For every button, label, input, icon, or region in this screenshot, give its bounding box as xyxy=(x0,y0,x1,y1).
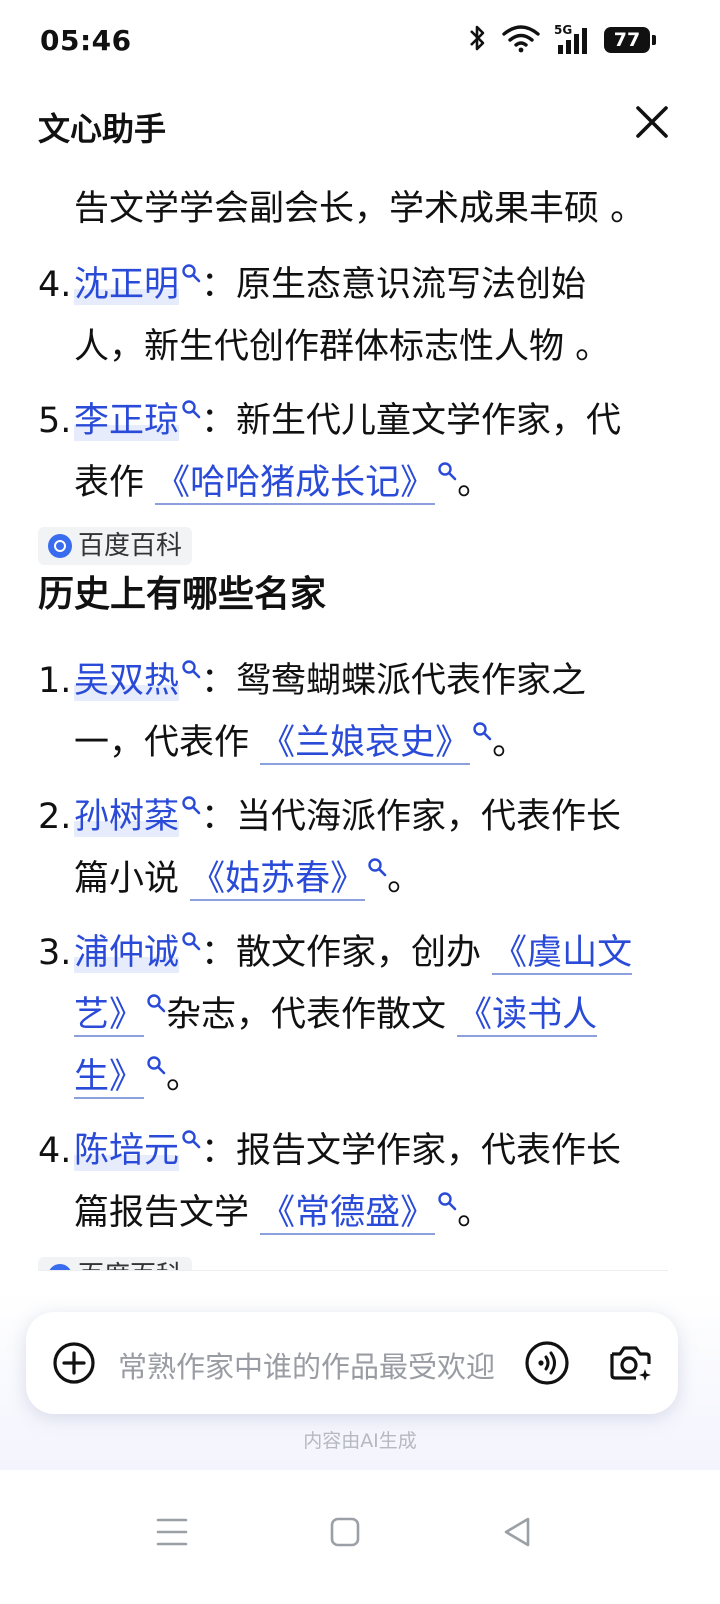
baike-icon xyxy=(48,534,72,558)
home-button[interactable] xyxy=(314,1502,374,1562)
continued-line: 告文学学会副会长，学术成果丰硕 。 xyxy=(74,189,646,229)
header-title: 文心助手 xyxy=(38,110,167,148)
source-tag-baike[interactable]: 百度百科 xyxy=(38,527,193,565)
work-link-yushanwenyi-cont[interactable]: 艺》 xyxy=(74,995,145,1037)
status-icons: 5G 77 xyxy=(468,22,656,58)
search-icon[interactable] xyxy=(181,399,201,419)
list-number: 3. xyxy=(38,933,72,973)
list-item: 5.李正琼 ：新生代儿童文学作家，代 表作 《哈哈猪成长记》。 百度百科 xyxy=(38,390,648,576)
search-icon[interactable] xyxy=(181,931,201,951)
list-item: 3.浦仲诚 ：散文作家，创办 《虞山文 艺》 杂志，代表作散文 《读书人 生》。 xyxy=(38,922,648,1108)
section-title: 历史上有哪些名家 xyxy=(38,574,327,615)
battery-level: 77 xyxy=(613,29,641,51)
work-link-gusuchun[interactable]: 《姑苏春》 xyxy=(190,859,366,901)
entity-link-sun-shufen[interactable]: 孙树棻 xyxy=(74,797,180,837)
battery-icon: 77 xyxy=(604,27,656,53)
search-icon[interactable] xyxy=(367,857,387,877)
list-number: 2. xyxy=(38,797,72,837)
menu-button[interactable] xyxy=(142,1502,202,1562)
status-time: 05:46 xyxy=(40,24,132,57)
chat-input[interactable]: 常熟作家中谁的作品最受欢迎 xyxy=(118,1344,518,1386)
work-link-yushanwenyi[interactable]: 《虞山文 xyxy=(492,933,633,975)
close-button[interactable] xyxy=(630,100,674,144)
search-icon[interactable] xyxy=(181,1129,201,1149)
list-number: 1. xyxy=(38,661,72,701)
source-tag-baike[interactable]: 百度百科 xyxy=(38,1257,193,1270)
work-link-dushurensheng[interactable]: 《读书人 xyxy=(457,995,598,1037)
back-icon xyxy=(504,1517,530,1547)
add-button[interactable] xyxy=(52,1341,96,1385)
work-link-dushurensheng-cont[interactable]: 生》 xyxy=(74,1057,145,1099)
search-icon[interactable] xyxy=(146,993,166,1013)
list-number: 4. xyxy=(38,265,72,305)
home-icon xyxy=(330,1517,360,1547)
entity-link-pu-zhongcheng[interactable]: 浦仲诚 xyxy=(74,933,180,973)
header: 文心助手 xyxy=(0,90,720,162)
chat-input-bar: 常熟作家中谁的作品最受欢迎 xyxy=(26,1312,678,1414)
entity-link-wu-shuangre[interactable]: 吴双热 xyxy=(74,661,180,701)
list-number: 5. xyxy=(38,401,72,441)
list-item: 4.沈正明 ：原生态意识流写法创始 人，新生代创作群体标志性人物 。 xyxy=(38,254,648,378)
ai-generated-notice: 内容由AI生成 xyxy=(303,1430,417,1452)
work-link-changdesheng[interactable]: 《常德盛》 xyxy=(260,1193,436,1235)
list-number: 4. xyxy=(38,1131,72,1171)
cellular-signal-icon: 5G xyxy=(554,23,590,55)
voice-icon xyxy=(525,1341,569,1385)
list-item: 2.孙树棻 ：当代海派作家，代表作长 篇小说 《姑苏春》。 xyxy=(38,786,648,910)
camera-button[interactable] xyxy=(606,1340,654,1386)
list-item: 1.吴双热 ：鸳鸯蝴蝶派代表作家之 一，代表作 《兰娘哀史》。 xyxy=(38,650,648,774)
wifi-icon xyxy=(502,23,540,57)
back-button[interactable] xyxy=(488,1502,548,1562)
list-item: 4.陈培元：报告文学作家，代表作长篇报告文学 《常德盛》。 百度百科 xyxy=(38,1120,648,1270)
system-nav-bar xyxy=(0,1470,720,1604)
menu-icon xyxy=(156,1518,188,1546)
search-icon[interactable] xyxy=(146,1055,166,1075)
entity-link-shen-zhengming[interactable]: 沈正明 xyxy=(74,265,180,305)
camera-icon xyxy=(610,1346,651,1381)
status-bar: 05:46 5G 77 xyxy=(0,0,720,82)
search-icon[interactable] xyxy=(437,1191,457,1211)
search-icon[interactable] xyxy=(181,795,201,815)
plus-icon xyxy=(53,1342,95,1384)
entity-link-li-zhengqiong[interactable]: 李正琼 xyxy=(74,401,180,441)
answer-content: 告文学学会副会长，学术成果丰硕 。 4.沈正明 ：原生态意识流写法创始 人，新生代创… xyxy=(0,170,720,1270)
work-link-lanniang[interactable]: 《兰娘哀史》 xyxy=(260,723,471,765)
search-icon[interactable] xyxy=(472,721,492,741)
search-icon[interactable] xyxy=(181,263,201,283)
search-icon[interactable] xyxy=(181,659,201,679)
bluetooth-icon xyxy=(468,23,488,57)
close-icon xyxy=(636,106,668,138)
screen: 05:46 5G 77 文心助手 告文学学会副会长，学术成果丰硕 。 4.沈正明… xyxy=(0,0,720,1604)
work-link-hahazhu[interactable]: 《哈哈猪成长记》 xyxy=(155,463,436,505)
entity-link-chen-peiyuan[interactable]: 陈培元 xyxy=(74,1131,180,1171)
voice-button[interactable] xyxy=(524,1340,570,1386)
divider xyxy=(38,1270,668,1271)
search-icon[interactable] xyxy=(437,461,457,481)
